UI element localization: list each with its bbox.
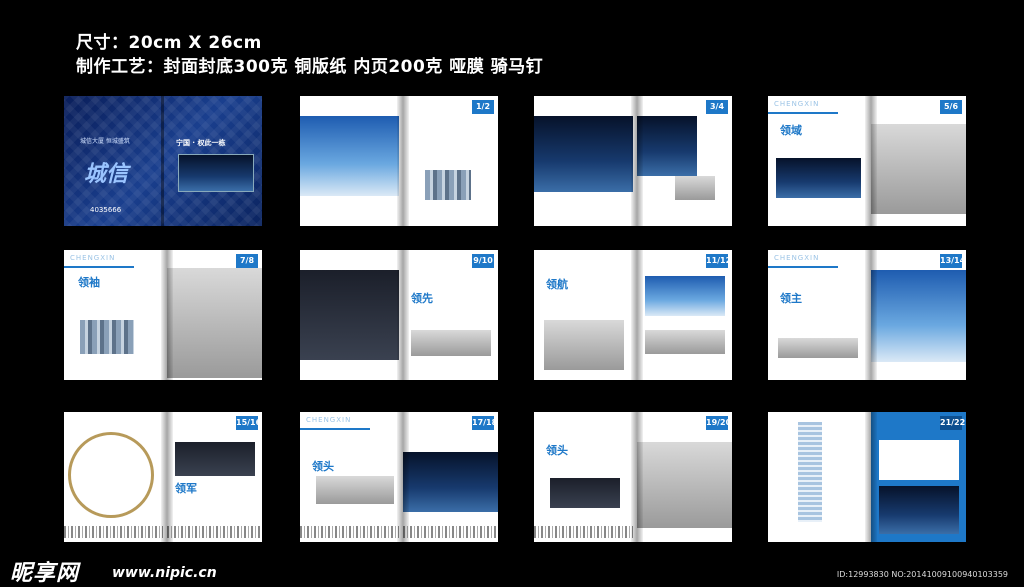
section-title: 领军: [175, 482, 197, 495]
page-number: 19/20: [706, 416, 731, 430]
floor-plans: [879, 440, 959, 480]
spread-1-2: 1/2: [300, 96, 498, 226]
watermark-logo: 昵享网: [10, 561, 80, 586]
page-number: 15/16: [236, 416, 261, 430]
section-title: 领头: [312, 460, 334, 473]
section-title: 领主: [780, 292, 802, 305]
aerial-photo: [80, 320, 134, 354]
restaurant-photo: [175, 442, 255, 476]
spread-15-16: 15/16 领军: [64, 412, 262, 542]
building-photo: [425, 170, 471, 200]
cover-phone: 4035666: [90, 206, 122, 214]
production-spec-line: 制作工艺：封面封底300克 铜版纸 内页200克 哑膜 骑马钉: [76, 57, 544, 77]
hotel-photo: [675, 176, 715, 200]
earth-city-photo: [534, 116, 633, 192]
hand-city-photo: [300, 270, 399, 360]
night-city-photo: [403, 452, 498, 512]
image-id-line: ID:12993830 NO:20141009100940103359: [836, 570, 1008, 579]
page-number: 5/6: [940, 100, 962, 114]
hourglass-photo: [871, 270, 966, 362]
doorman-photo: [637, 442, 732, 528]
page-number: 1/2: [472, 100, 494, 114]
cover-left-text: 城信大厦 恒城盛筑: [80, 138, 130, 145]
brand-label: CHENGXIN: [306, 416, 352, 424]
spread-7-8: CHENGXIN 领袖 7/8: [64, 250, 262, 380]
section-title: 领袖: [78, 276, 100, 289]
section-title: 领头: [546, 444, 568, 457]
tower-plane-photo: [167, 268, 262, 378]
spread-21-22: 21/22: [768, 412, 966, 542]
lobby-photos: [778, 338, 858, 358]
brochure-cover-spread: 城信大厦 恒城盛筑 城信 4035666 宁国 · 权此一栋: [64, 96, 262, 226]
skyscraper-photo: [300, 116, 399, 196]
spread-19-20: 领头 19/20: [534, 412, 732, 542]
page-number: 3/4: [706, 100, 728, 114]
globe-sculpture: [68, 432, 154, 518]
gallery-photos: [411, 330, 491, 356]
businessman-photo: [871, 124, 966, 214]
interior-photos: [645, 330, 725, 354]
spread-3-4: 3/4: [534, 96, 732, 226]
page-number: 17/18: [472, 416, 497, 430]
brand-label: CHENGXIN: [774, 254, 820, 262]
section-title: 领域: [780, 124, 802, 137]
city-night-photo: [776, 158, 861, 198]
globe-photo: [637, 116, 697, 176]
island-sky-photo: [645, 276, 725, 316]
spread-9-10: 9/10 领先: [300, 250, 498, 380]
spread-5-6: CHENGXIN 领域 5/6: [768, 96, 966, 226]
spread-11-12: 领航 11/12: [534, 250, 732, 380]
page-number: 13/14: [940, 254, 965, 268]
lobby-photos: [550, 478, 620, 508]
miniature-city-photo: [544, 320, 624, 370]
watermark-url: www.nipic.cn: [112, 565, 217, 581]
section-title: 领先: [411, 292, 433, 305]
tower-night-photo: [879, 486, 959, 534]
spread-17-18: CHENGXIN 领头 17/18: [300, 412, 498, 542]
spread-13-14: CHENGXIN 领主 13/14: [768, 250, 966, 380]
size-spec-line: 尺寸：20cm X 26cm: [76, 33, 262, 53]
brand-label: CHENGXIN: [70, 254, 116, 262]
page-number: 7/8: [236, 254, 258, 268]
tower-rendering: [798, 422, 822, 522]
brand-label: CHENGXIN: [774, 100, 820, 108]
cover-headline: 宁国 · 权此一栋: [176, 139, 226, 147]
cover-night-photo: [178, 154, 254, 192]
page-number: 21/22: [940, 416, 965, 430]
car-photo: [316, 476, 394, 504]
section-title: 领航: [546, 278, 568, 291]
cover-logo-mark: 城信: [84, 162, 129, 187]
page-number: 9/10: [472, 254, 494, 268]
page-number: 11/12: [706, 254, 731, 268]
